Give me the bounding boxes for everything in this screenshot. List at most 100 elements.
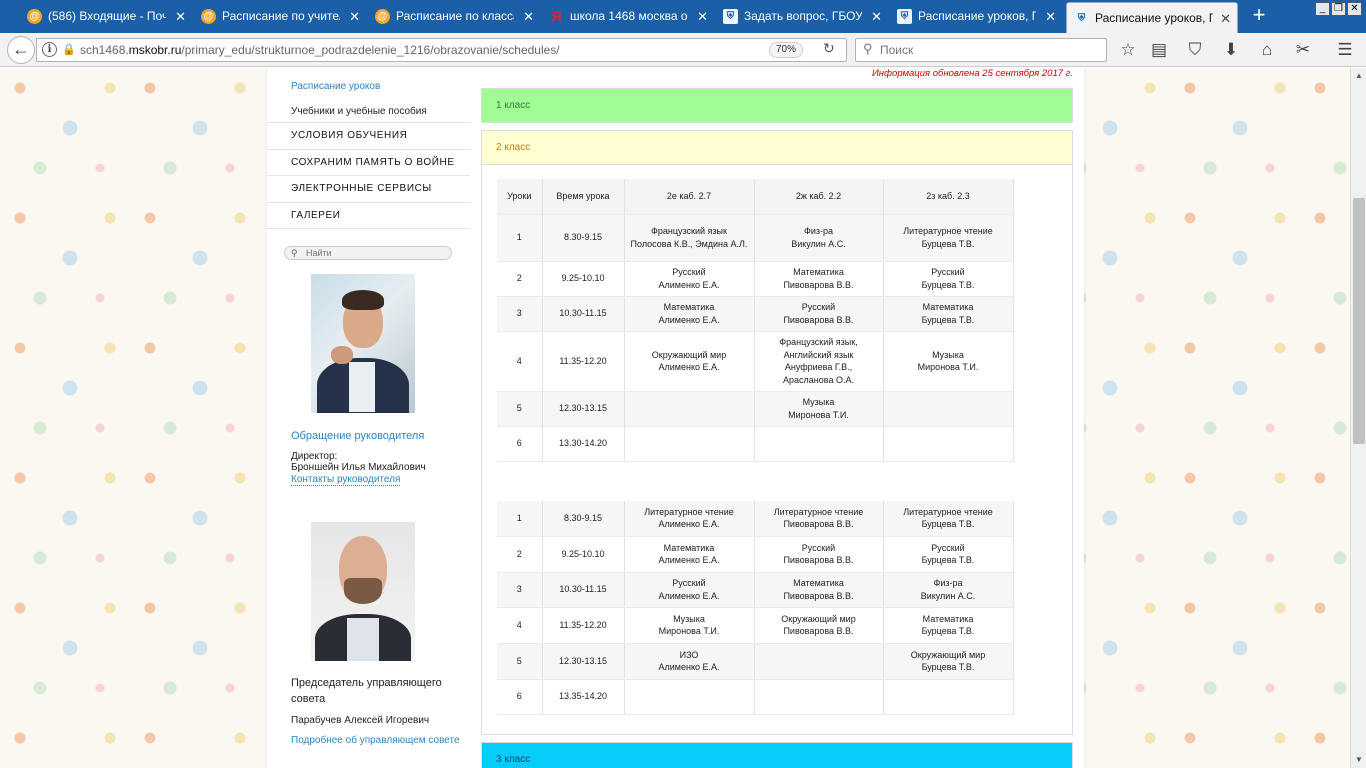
close-icon[interactable]: ✕: [697, 3, 708, 30]
class-2e-cell: Французский язык Полосова К.В., Эмдина А.…: [624, 214, 755, 262]
scrollbar-thumb[interactable]: [1353, 198, 1365, 444]
close-window-button[interactable]: ✕: [1347, 2, 1362, 16]
sidebar-item-conditions[interactable]: Условия обучения: [267, 123, 470, 150]
council-more-link[interactable]: Подробнее об управляющем совете: [291, 735, 460, 746]
scroll-up-icon[interactable]: ▲: [1351, 68, 1366, 84]
sidebar-search[interactable]: ⚲: [284, 246, 452, 260]
sidebar-menu: Условия обучения Сохраним память о войне…: [267, 122, 470, 229]
sidebar-search-input[interactable]: [306, 247, 446, 259]
tab-lesson-schedule[interactable]: ⛨ Расписание уроков, ГБО ✕: [890, 3, 1062, 30]
class-2z-cell: Математика Бурцева Т.В.: [883, 296, 1014, 332]
mail-icon: @: [27, 9, 42, 24]
class-2zh-cell: Французский язык, Английский язык Ануфриев…: [754, 331, 884, 392]
class-2e-cell: Окружающий мир Алименко Е.А.: [624, 331, 755, 392]
zoom-indicator[interactable]: 70%: [769, 42, 804, 58]
accordion-grade-3[interactable]: 3 класс: [481, 742, 1073, 768]
lesson-time-cell: 9.25-10.10: [542, 536, 625, 573]
close-icon[interactable]: ✕: [523, 3, 534, 30]
school-icon: ⛨: [723, 9, 738, 24]
lesson-number-cell: 2: [497, 261, 543, 297]
table-row: 6 13.30-14.20: [497, 426, 1014, 462]
photo-beard: [344, 578, 382, 604]
director-contacts-link[interactable]: Контакты руководителя: [291, 474, 401, 486]
class-2z-cell: Музыка Миронова Т.И.: [883, 331, 1014, 392]
sidebar-item-memory[interactable]: Сохраним память о войне: [267, 150, 470, 176]
search-input[interactable]: [880, 41, 1100, 59]
lesson-number-cell: 4: [497, 331, 543, 392]
menu-icon[interactable]: ☰: [1333, 38, 1357, 62]
class-2zh-cell: Математика Пивоварова В.В.: [754, 261, 884, 297]
new-tab-button[interactable]: +: [1247, 4, 1271, 28]
close-icon[interactable]: ✕: [1045, 3, 1056, 30]
url-prefix: sch1468.: [80, 43, 129, 57]
vertical-scrollbar[interactable]: ▲ ▼: [1350, 68, 1366, 768]
page-container: Расписание уроков Учебники и учебные пос…: [267, 68, 1084, 768]
nav-bar: ← i 🔒 sch1468.mskobr.ru/primary_edu/stru…: [0, 33, 1366, 67]
close-icon[interactable]: ✕: [871, 3, 882, 30]
class-2z-cell: [883, 391, 1014, 427]
class-2z-cell: Физ-ра Викулин А.С.: [883, 572, 1014, 608]
director-name: Броншейн Илья Михайлович: [291, 462, 426, 473]
sidebar-link-textbooks[interactable]: Учебники и учебные пособия: [291, 106, 427, 117]
class-2zh-cell: Музыка Миронова Т.И.: [754, 391, 884, 427]
pocket-icon[interactable]: ⛉: [1183, 38, 1207, 62]
table-row: 2 9.25-10.10 Русский Алименко Е.А. Математик…: [497, 261, 1014, 297]
mail-icon: @: [201, 9, 216, 24]
tab-title: школа 1468 москва офиц: [570, 9, 688, 23]
tab-lesson-schedule-active[interactable]: ⛨ Расписание уроков, ГБО ✕: [1066, 2, 1238, 33]
restore-button[interactable]: ❐: [1331, 2, 1346, 16]
close-icon[interactable]: ✕: [349, 3, 360, 30]
director-contacts-text: Контакты руководителя: [291, 474, 401, 486]
tab-inbox[interactable]: @ (586) Входящие - Почта ✕: [20, 3, 192, 30]
director-address-link[interactable]: Обращение руководителя: [291, 430, 424, 442]
scroll-down-icon[interactable]: ▼: [1351, 752, 1366, 768]
table-row: 4 11.35-12.20 Окружающий мир Алименко Е.А. Ф…: [497, 331, 1014, 392]
class-2e-cell: Русский Алименко Е.А.: [624, 572, 755, 608]
class-2z-cell: Литературное чтение Бурцева Т.В.: [883, 214, 1014, 262]
tab-title: Задать вопрос, ГБОУ Ш: [744, 9, 862, 23]
class-2z-cell: Окружающий мир Бурцева Т.В.: [883, 643, 1014, 680]
class-2z-cell: Литературное чтение Бурцева Т.В.: [883, 501, 1014, 537]
lesson-time-cell: 12.30-13.15: [542, 391, 625, 427]
council-chair-photo: [311, 522, 415, 661]
class-2zh-cell: Русский Пивоварова В.В.: [754, 536, 884, 573]
tab-classes-schedule[interactable]: @ Расписание по классам ✕: [368, 3, 540, 30]
search-bar[interactable]: ⚲: [855, 38, 1107, 62]
sidebar-item-galleries[interactable]: Галереи: [267, 203, 470, 229]
url-text[interactable]: sch1468.mskobr.ru/primary_edu/strukturno…: [80, 39, 560, 61]
tab-yandex-search[interactable]: Я школа 1468 москва офиц ✕: [542, 3, 714, 30]
window-controls: _ ❐ ✕: [1315, 2, 1362, 18]
insecure-lock-icon[interactable]: 🔒: [62, 43, 76, 56]
reload-icon[interactable]: ↻: [823, 40, 835, 57]
photo-shirt: [347, 618, 379, 661]
sidebar-link-schedule[interactable]: Расписание уроков: [291, 81, 380, 92]
bookmark-star-icon[interactable]: ☆: [1116, 38, 1140, 62]
class-2e-cell: Русский Алименко Е.А.: [624, 261, 755, 297]
table-row: 1 8.30-9.15 Французский язык Полосова К.В.,…: [497, 214, 1014, 262]
close-icon[interactable]: ✕: [1220, 3, 1231, 33]
class-2zh-cell: Окружающий мир Пивоварова В.В.: [754, 607, 884, 644]
screenshot-icon[interactable]: ✂: [1291, 38, 1315, 62]
class-2z-cell: [883, 679, 1014, 715]
address-bar[interactable]: i 🔒 sch1468.mskobr.ru/primary_edu/strukt…: [36, 38, 847, 62]
council-chair-name: Парабучев Алексей Игоревич: [291, 715, 430, 726]
accordion-grade-2[interactable]: 2 класс: [481, 130, 1073, 165]
download-icon[interactable]: ⬇: [1219, 38, 1243, 62]
tab-ask-question[interactable]: ⛨ Задать вопрос, ГБОУ Ш ✕: [716, 3, 888, 30]
photo-shirt: [349, 362, 375, 412]
photo-hair: [342, 290, 384, 310]
accordion-grade-1[interactable]: 1 класс: [481, 88, 1073, 123]
minimize-button[interactable]: _: [1315, 2, 1330, 16]
reader-view-icon[interactable]: ▤: [1147, 38, 1171, 62]
info-icon[interactable]: i: [42, 42, 57, 57]
tab-bar: @ (586) Входящие - Почта ✕ @ Расписание …: [0, 0, 1366, 33]
home-icon[interactable]: ⌂: [1255, 38, 1279, 62]
sidebar-item-e-services[interactable]: Электронные сервисы: [267, 176, 470, 203]
tab-teachers-schedule[interactable]: @ Расписание по учителям ✕: [194, 3, 366, 30]
back-button[interactable]: ←: [7, 36, 35, 64]
council-chair-role: Председатель управляющего совета: [291, 677, 442, 705]
close-icon[interactable]: ✕: [175, 3, 186, 30]
class-2z-cell: Русский Бурцева Т.В.: [883, 261, 1014, 297]
lesson-number-cell: 3: [497, 572, 543, 608]
mail-icon: @: [375, 9, 390, 24]
